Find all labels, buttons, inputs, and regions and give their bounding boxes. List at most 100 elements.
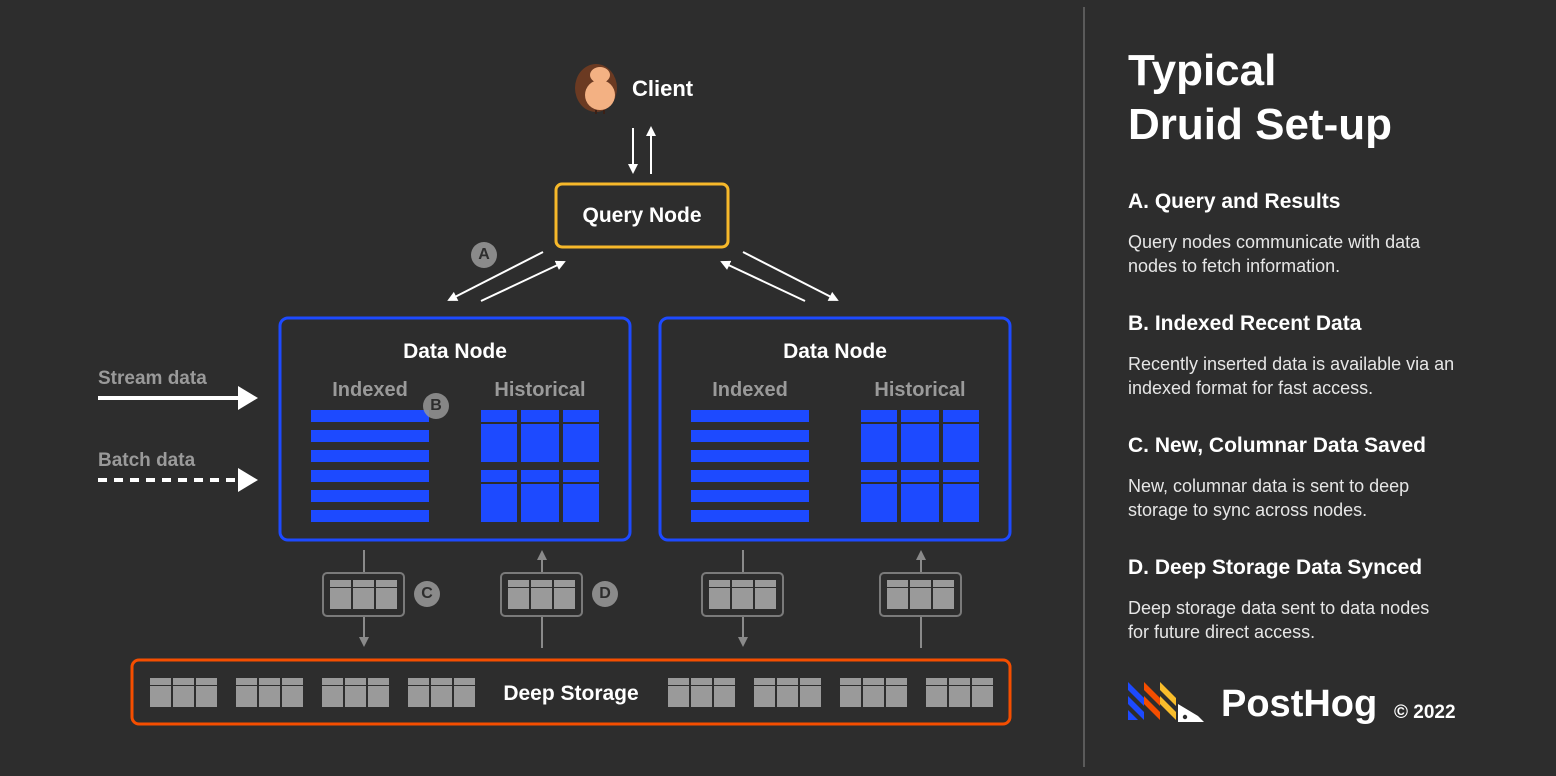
segment-cell [408,686,429,707]
data-node-title-1: Data Node [403,340,507,363]
section-c-heading: C. New, Columnar Data Saved [1128,434,1426,457]
segment-cell-header [691,678,712,685]
indexed-bar [691,450,809,462]
historical-cell [943,424,979,462]
segment-cell [431,686,452,707]
segment-cell-header [754,678,775,685]
segment-cell-header [408,678,429,685]
segment-cell-header [508,580,529,587]
arrow-query-to-datanode-2 [742,251,839,301]
posthog-logo-icon [1128,682,1204,722]
section-d-line-2: for future direct access. [1128,622,1316,642]
data-node-title-2: Data Node [783,340,887,363]
indexed-bar [311,470,429,482]
segment-cell [926,686,947,707]
indexed-label-2: Indexed [712,379,788,401]
section-d-body: Deep storage data sent to data nodes for… [1128,596,1528,644]
segment-cell [322,686,343,707]
badge-b: B [423,393,449,419]
segment-cell [330,588,351,609]
segment-cell [755,588,776,609]
segment-cell [353,588,374,609]
segment-cell-header [554,580,575,587]
title-line-1: Typical [1128,46,1277,95]
segment-cell [668,686,689,707]
segment-cell [454,686,475,707]
segment-cell [732,588,753,609]
segment-cell-header [800,678,821,685]
segment-cell [754,686,775,707]
indexed-bar [691,510,809,522]
divider [1083,7,1085,767]
historical-cell [481,424,517,462]
historical-cell-header [861,410,897,422]
segment-cell-header [972,678,993,685]
indexed-bar [311,410,429,422]
arrow-datanode-2-to-query [720,260,806,302]
segment-cell-header [236,678,257,685]
segment-cell [345,686,366,707]
indexed-bar [311,430,429,442]
section-a-line-2: nodes to fetch information. [1128,256,1341,276]
segment-cell [714,686,735,707]
segment-cell [508,588,529,609]
indexed-bar [311,450,429,462]
segment-cell-header [345,678,366,685]
section-d-line-1: Deep storage data sent to data nodes [1128,598,1430,618]
segment-cell-header [926,678,947,685]
indexed-bar [691,430,809,442]
segment-cell [933,588,954,609]
indexed-bar [311,490,429,502]
query-node-label: Query Node [582,204,702,227]
indexed-bar [311,510,429,522]
stream-data-label: Stream data [98,368,207,389]
section-a-line-1: Query nodes communicate with data [1128,232,1421,252]
historical-label-1: Historical [494,379,586,401]
historical-data-grid [481,410,599,522]
section-b-line-1: Recently inserted data is available via … [1128,354,1455,374]
segment-cell [259,686,280,707]
segment-cell [368,686,389,707]
indexed-bar [691,470,809,482]
segment-cell [840,686,861,707]
segment-cell-header [886,678,907,685]
hedgehog-mascot-icon [575,64,617,114]
segment-cell-header [755,580,776,587]
segment-cell-header [714,678,735,685]
copyright: © 2022 [1394,702,1456,723]
segment-cell [972,686,993,707]
deep-storage-label: Deep Storage [503,682,639,705]
historical-cell-header [481,470,517,482]
segment-cell-header [709,580,730,587]
historical-cell [861,424,897,462]
segment-cell [173,686,194,707]
section-c-line-1: New, columnar data is sent to deep [1128,476,1410,496]
historical-cell-header [521,470,559,482]
historical-cell [901,484,939,522]
historical-cell-header [861,470,897,482]
segment-cell [691,686,712,707]
segment-cell [863,686,884,707]
segment-cell-header [887,580,908,587]
segment-cell-header [840,678,861,685]
segment-cell-header [173,678,194,685]
segment-cell [150,686,171,707]
historical-cell-header [901,410,939,422]
historical-cell [481,484,517,522]
segment-cell-header [933,580,954,587]
segment-cell-header [330,580,351,587]
historical-data-grid [861,410,979,522]
segment-cell-header [910,580,931,587]
segment-cell-header [531,580,552,587]
section-b-heading: B. Indexed Recent Data [1128,312,1362,335]
historical-cell [521,484,559,522]
segment-cell [777,686,798,707]
historical-cell-header [943,470,979,482]
historical-cell [861,484,897,522]
segment-cell [554,588,575,609]
historical-cell [943,484,979,522]
historical-cell-header [901,470,939,482]
segment-cell-header [282,678,303,685]
historical-cell-header [563,470,599,482]
section-c-line-2: storage to sync across nodes. [1128,500,1368,520]
